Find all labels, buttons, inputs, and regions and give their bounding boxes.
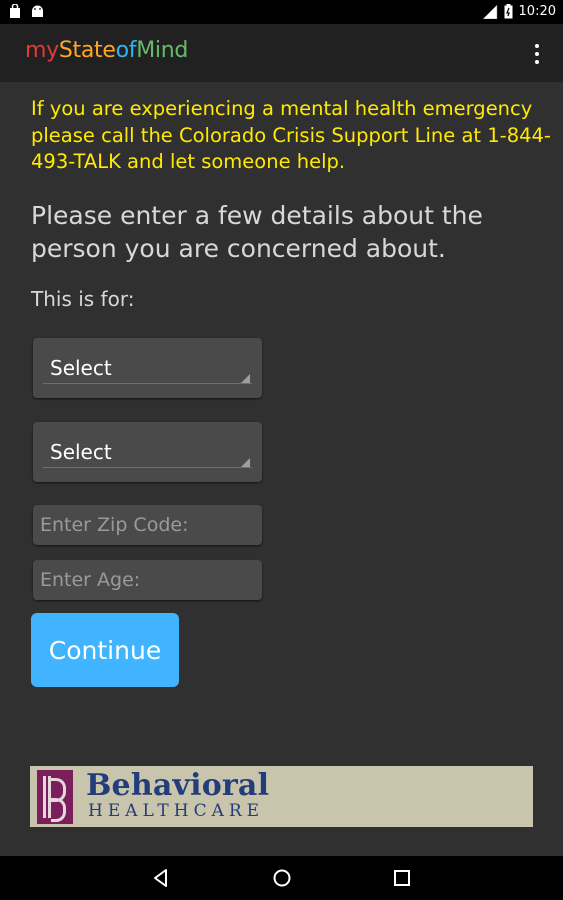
- app-title-part-my: my: [25, 38, 59, 63]
- brand-line-1: Behavioral: [86, 768, 270, 803]
- for-label: This is for:: [31, 287, 135, 311]
- form-heading: Please enter a few details about the per…: [31, 201, 483, 263]
- status-time: 10:20: [518, 4, 556, 19]
- dropdown-caret-icon: [241, 374, 250, 383]
- navigation-bar: [0, 856, 563, 900]
- relationship-select-value: Select: [50, 356, 112, 380]
- select-underline: [43, 467, 252, 468]
- signal-icon: [482, 4, 497, 19]
- status-bar: 10:20: [0, 0, 563, 24]
- behavioral-healthcare-logo-icon: [37, 770, 73, 824]
- recents-icon[interactable]: [391, 867, 413, 889]
- android-icon: [32, 5, 43, 17]
- status-left-icons: [8, 4, 45, 19]
- app-title: myStateofMind: [25, 38, 188, 63]
- second-select-value: Select: [50, 440, 112, 464]
- app-title-part-of: of: [115, 38, 137, 63]
- app-bar: myStateofMind: [0, 24, 563, 82]
- home-icon[interactable]: [271, 867, 293, 889]
- dropdown-caret-icon: [241, 458, 250, 467]
- age-input[interactable]: [33, 560, 262, 600]
- app-title-part-state: State: [58, 38, 116, 63]
- back-icon[interactable]: [150, 867, 172, 889]
- zip-code-input[interactable]: [33, 505, 262, 545]
- overflow-menu-icon[interactable]: [527, 44, 547, 64]
- continue-button[interactable]: Continue: [31, 613, 179, 687]
- status-right-icons: 10:20: [482, 4, 556, 19]
- select-underline: [43, 383, 252, 384]
- battery-icon: [504, 4, 513, 19]
- brand-line-2: HEALTHCARE: [88, 801, 265, 821]
- emergency-message: If you are experiencing a mental health …: [31, 97, 551, 173]
- behavioral-healthcare-banner[interactable]: Behavioral HEALTHCARE: [30, 766, 533, 827]
- shopping-bag-icon: [10, 4, 20, 18]
- relationship-select[interactable]: Select: [33, 338, 262, 398]
- second-select[interactable]: Select: [33, 422, 262, 482]
- app-title-part-mind: Mind: [136, 38, 189, 63]
